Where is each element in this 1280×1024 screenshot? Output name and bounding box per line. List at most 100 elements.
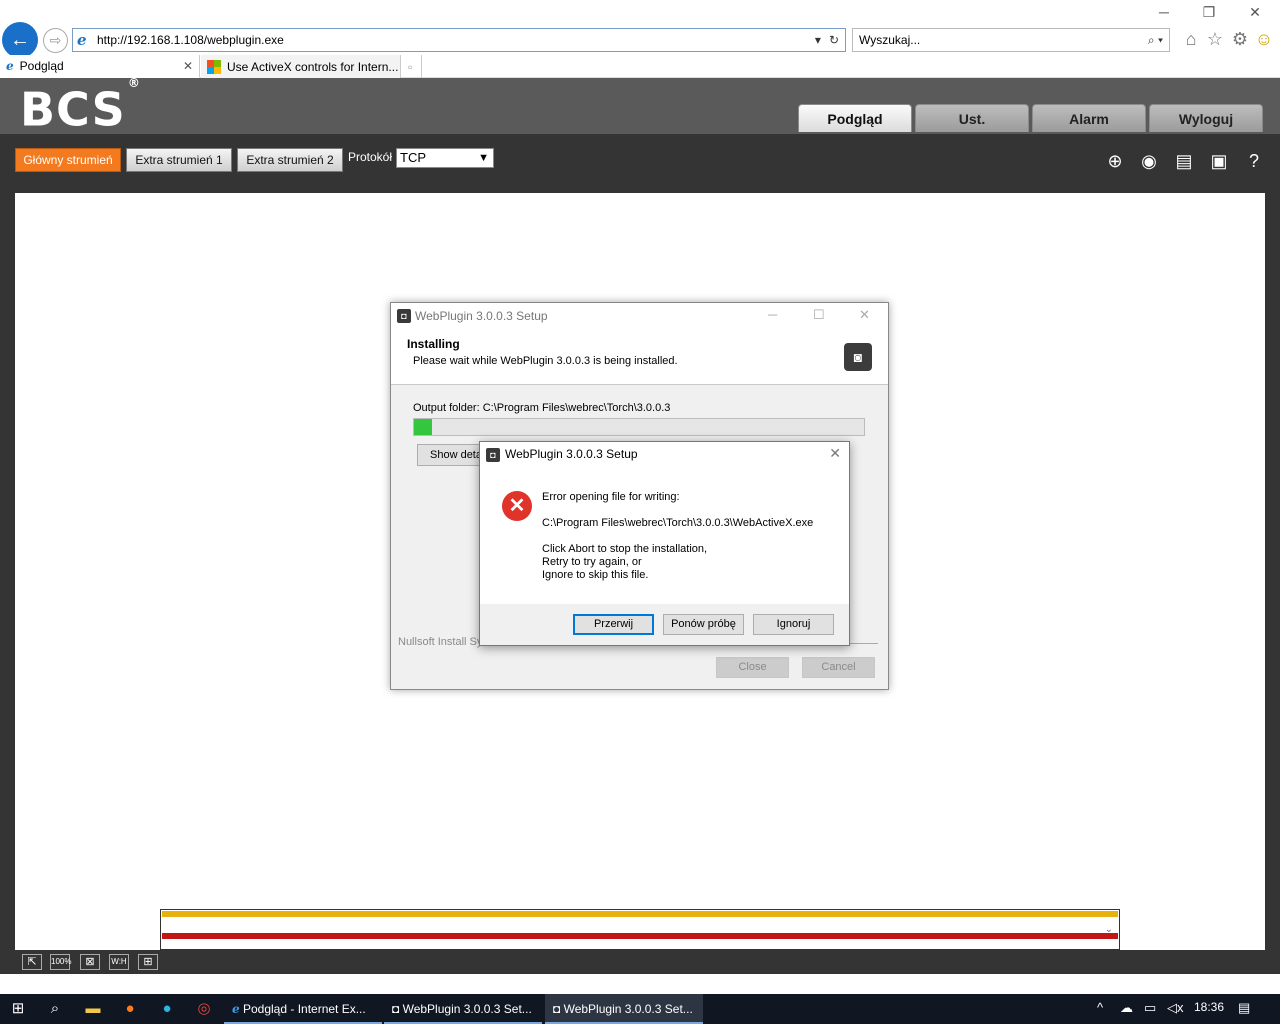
aspect-wh-button[interactable]: W:H (109, 954, 129, 970)
error-instruction-3: Ignore to skip this file. (542, 569, 649, 581)
webplugin-app-icon: ◘ (553, 1002, 561, 1016)
taskbar-app-setup-2[interactable]: ◘ WebPlugin 3.0.0.3 Set... (545, 994, 703, 1024)
browser-tabs: e Podgląd ✕ Use ActiveX controls for Int… (0, 55, 1280, 78)
volume-muted-icon[interactable]: ◁x (1167, 1000, 1184, 1016)
network-error-icon[interactable]: ☁ (1120, 1000, 1133, 1016)
search-placeholder: Wyszukaj... (859, 33, 921, 47)
progress-fill (414, 419, 432, 435)
tab-podglad-main[interactable]: Podgląd (798, 104, 912, 132)
address-bar[interactable]: e http://192.168.1.108/webplugin.exe ▾ ↻ (72, 28, 846, 52)
close-icon[interactable]: ✕ (829, 445, 841, 462)
search-input[interactable]: Wyszukaj... ⌕ ▾ (852, 28, 1170, 52)
fullscreen-icon[interactable]: ⇱ (22, 954, 42, 970)
error-instruction-2: Retry to try again, or (542, 556, 642, 568)
cancel-button[interactable]: Cancel (802, 657, 875, 678)
tab-podglad[interactable]: e Podgląd ✕ (0, 55, 200, 78)
red-status-bar (162, 933, 1118, 939)
main-stream-button[interactable]: Główny strumień (15, 148, 121, 172)
search-icon[interactable]: ⌕ ▾ (1148, 33, 1169, 48)
taskbar-app-setup-1[interactable]: ◘ WebPlugin 3.0.0.3 Set... (384, 994, 542, 1024)
error-dialog-footer: Przerwij Ponów próbę Ignoruj (480, 604, 849, 645)
bcs-header: BCS ® Podgląd Ust. Alarm Wyloguj (0, 76, 1280, 137)
file-explorer-icon[interactable]: ▬ (83, 999, 103, 1019)
setup-titlebar[interactable]: ◘ WebPlugin 3.0.0.3 Setup ─ ☐ ✕ (391, 303, 888, 329)
retry-button[interactable]: Ponów próbę (663, 614, 744, 635)
forward-button[interactable]: ⇨ (43, 28, 68, 53)
windows-start-icon[interactable]: ⊞ (8, 999, 28, 1019)
record-icon[interactable]: ▣ (1205, 150, 1233, 172)
output-folder-text: Output folder: C:\Program Files\webrec\T… (413, 402, 671, 414)
webplugin-app-icon: ◘ (397, 309, 411, 323)
stream-toolbar: Główny strumień Extra strumień 1 Extra s… (0, 134, 1280, 177)
taskbar-app-ie[interactable]: e Podgląd - Internet Ex... (224, 994, 382, 1024)
yellow-status-bar (162, 911, 1118, 917)
chevron-down-icon: ▼ (478, 152, 489, 164)
search-icon[interactable]: ⌕ (45, 999, 65, 1019)
back-button[interactable]: ← (2, 22, 38, 58)
close-icon[interactable]: ✕ (1243, 4, 1267, 22)
ie-icon: e (77, 31, 87, 49)
bcs-logo: BCS ® (20, 76, 141, 137)
taskbar: ⊞ ⌕ ▬ ● ● ◎ e Podgląd - Internet Ex... ◘… (0, 994, 1280, 1024)
protocol-select[interactable]: TCP ▼ (396, 148, 494, 168)
chevron-up-icon[interactable]: ^ (1097, 1000, 1103, 1015)
browser-toolbar: ─ ❐ ✕ ← ⇨ e http://192.168.1.108/webplug… (0, 0, 1280, 58)
home-icon[interactable]: ⌂ (1180, 28, 1202, 50)
ie-icon: e (6, 59, 14, 73)
extra-stream-2-button[interactable]: Extra strumień 2 (237, 148, 343, 172)
dropdown-icon[interactable]: ▾ (815, 33, 821, 47)
tab-settings[interactable]: Ust. (915, 104, 1029, 132)
close-icon[interactable]: ✕ (859, 307, 870, 323)
snapshot-icon[interactable]: ◉ (1135, 150, 1163, 172)
setup-title: WebPlugin 3.0.0.3 Setup (415, 309, 548, 323)
zoom-region-icon[interactable]: ⊕ (1101, 150, 1129, 172)
smiley-feedback-icon[interactable]: ☺ (1253, 28, 1275, 50)
chrome-icon[interactable]: ◎ (194, 999, 214, 1019)
setup-subheading: Please wait while WebPlugin 3.0.0.3 is b… (413, 355, 678, 367)
setup-heading: Installing (407, 337, 460, 351)
extra-stream-1-button[interactable]: Extra strumień 1 (126, 148, 232, 172)
settings-gear-icon[interactable]: ⚙ (1229, 28, 1251, 50)
minimize-icon[interactable]: ─ (1152, 4, 1176, 22)
notifications-icon[interactable]: ▤ (1238, 1000, 1250, 1016)
chevron-down-icon[interactable]: ⌄ (1105, 924, 1113, 935)
edge-icon[interactable]: ● (157, 999, 177, 1019)
tab-label: Podgląd (19, 59, 64, 73)
tab-label: Use ActiveX controls for Intern... (227, 59, 399, 74)
refresh-icon[interactable]: ↻ (829, 33, 839, 47)
stretch-icon[interactable]: ⊞ (138, 954, 158, 970)
video-bottom-bar: ⇱ 100% ⊠ W:H ⊞ (0, 950, 1280, 974)
network-icon[interactable]: ▭ (1144, 1000, 1156, 1016)
favorites-icon[interactable]: ☆ (1204, 28, 1226, 50)
tab-activex-help[interactable]: Use ActiveX controls for Intern... (201, 55, 401, 78)
microsoft-logo-icon (207, 59, 221, 74)
tab-alarm[interactable]: Alarm (1032, 104, 1146, 132)
minimize-icon[interactable]: ─ (768, 307, 777, 322)
clock[interactable]: 18:36 (1194, 1000, 1224, 1014)
error-instruction-1: Click Abort to stop the installation, (542, 543, 708, 555)
firefox-icon[interactable]: ● (120, 999, 140, 1019)
status-panel: ⌄ (160, 909, 1120, 950)
abort-button[interactable]: Przerwij (573, 614, 654, 635)
error-dialog-title: WebPlugin 3.0.0.3 Setup (505, 447, 638, 461)
ie-icon: e (232, 1002, 240, 1016)
error-file-path: C:\Program Files\webrec\Torch\3.0.0.3\We… (542, 517, 814, 529)
ignore-button[interactable]: Ignoruj (753, 614, 834, 635)
image-icon[interactable]: ▤ (1170, 150, 1198, 172)
close-tab-icon[interactable]: ✕ (183, 59, 193, 73)
error-icon: ✕ (502, 491, 532, 521)
tab-logout[interactable]: Wyloguj (1149, 104, 1263, 132)
close-button[interactable]: Close (716, 657, 789, 678)
setup-header: Installing Please wait while WebPlugin 3… (391, 329, 888, 385)
webplugin-app-icon: ◘ (486, 448, 500, 462)
address-url[interactable]: http://192.168.1.108/webplugin.exe (97, 33, 815, 47)
error-dialog: ◘ WebPlugin 3.0.0.3 Setup ✕ ✕ Error open… (479, 441, 850, 646)
help-icon[interactable]: ? (1240, 150, 1268, 172)
fit-icon[interactable]: ⊠ (80, 954, 100, 970)
restore-icon[interactable]: ❐ (1197, 4, 1221, 22)
zoom-100-button[interactable]: 100% (50, 954, 71, 970)
install-progress-bar (413, 418, 865, 436)
maximize-icon[interactable]: ☐ (813, 307, 825, 323)
protocol-label: Protokół (348, 150, 393, 164)
new-tab-icon[interactable]: ▫ (402, 55, 422, 78)
